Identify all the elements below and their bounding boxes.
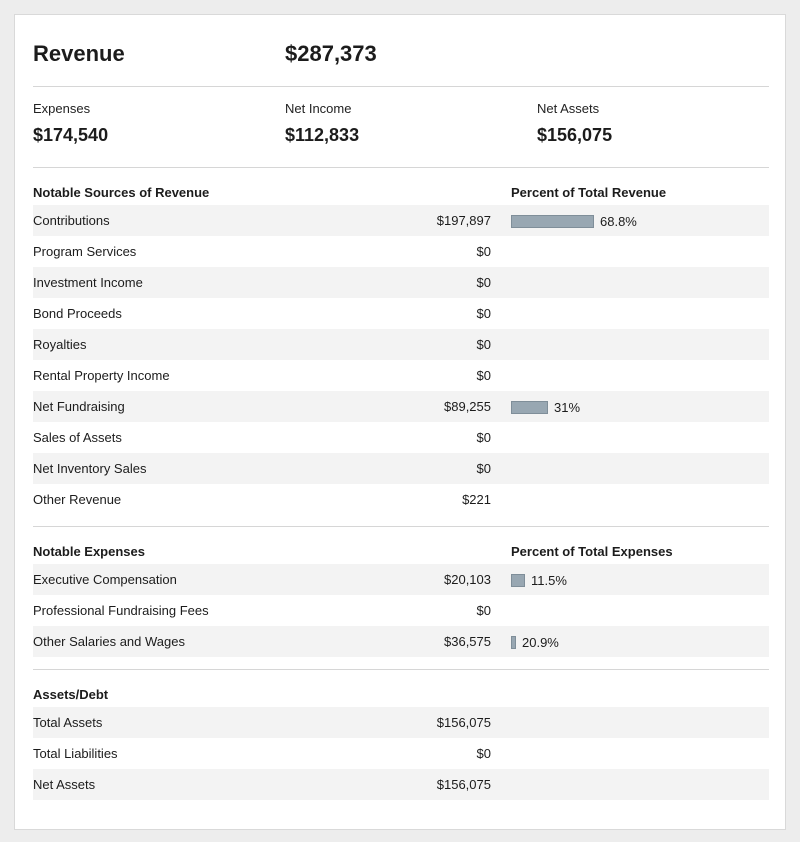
- table-row: Rental Property Income $0: [33, 360, 769, 391]
- expenses-label: Expenses: [33, 101, 91, 116]
- expenses-percent-title: Percent of Total Expenses: [511, 544, 673, 559]
- row-amount: $197,897: [436, 213, 491, 228]
- percent-label: 20.9%: [522, 634, 559, 650]
- row-amount: $0: [476, 275, 491, 290]
- table-row: Other Revenue $221: [33, 484, 769, 515]
- net-income-stat: Net Income $112,833: [285, 101, 359, 146]
- row-amount: $0: [476, 368, 491, 383]
- row-amount: $156,075: [436, 777, 491, 792]
- table-row: Royalties $0: [33, 329, 769, 360]
- row-amount: $20,103: [444, 572, 491, 587]
- percent-indicator: 68.8%: [511, 213, 637, 229]
- table-row: Net Fundraising $89,255 31%: [33, 391, 769, 422]
- revenue-sources-header: Notable Sources of Revenue Percent of To…: [33, 177, 769, 205]
- table-row: Program Services $0: [33, 236, 769, 267]
- row-amount: $156,075: [436, 715, 491, 730]
- assets-title: Assets/Debt: [33, 687, 109, 702]
- summary-stats: Expenses $174,540 Net Income $112,833 Ne…: [33, 101, 769, 151]
- table-row: Executive Compensation $20,103 11.5%: [33, 564, 769, 595]
- row-label: Other Revenue: [33, 492, 122, 507]
- net-assets-stat: Net Assets $156,075: [537, 101, 612, 146]
- row-label: Rental Property Income: [33, 368, 170, 383]
- row-label: Net Assets: [33, 777, 96, 792]
- percent-bar: [511, 214, 594, 228]
- revenue-sources-title: Notable Sources of Revenue: [33, 185, 210, 200]
- percent-label: 31%: [554, 399, 581, 415]
- row-label: Bond Proceeds: [33, 306, 122, 321]
- row-amount: $0: [476, 430, 491, 445]
- row-amount: $36,575: [444, 634, 491, 649]
- expenses-value: $174,540: [33, 125, 109, 145]
- row-label: Other Salaries and Wages: [33, 634, 185, 649]
- table-row: Net Inventory Sales $0: [33, 453, 769, 484]
- percent-indicator: 20.9%: [511, 634, 559, 650]
- assets-rows: Total Assets $156,075 Total Liabilities $0 N…: [33, 707, 769, 800]
- table-row: Other Salaries and Wages $36,575 20.9%: [33, 626, 769, 657]
- revenue-label: Revenue: [33, 41, 125, 66]
- net-assets-value: $156,075: [537, 125, 613, 145]
- row-label: Professional Fundraising Fees: [33, 603, 209, 618]
- percent-bar: [511, 400, 548, 414]
- net-income-label: Net Income: [285, 101, 352, 116]
- divider: [33, 526, 769, 527]
- row-amount: $0: [476, 461, 491, 476]
- row-amount: $0: [476, 244, 491, 259]
- row-amount: $89,255: [444, 399, 491, 414]
- table-row: Net Assets $156,075: [33, 769, 769, 800]
- row-label: Total Assets: [33, 715, 103, 730]
- row-label: Net Inventory Sales: [33, 461, 147, 476]
- row-label: Net Fundraising: [33, 399, 125, 414]
- table-row: Total Assets $156,075: [33, 707, 769, 738]
- row-label: Total Liabilities: [33, 746, 118, 761]
- percent-indicator: 31%: [511, 399, 581, 415]
- table-row: Professional Fundraising Fees $0: [33, 595, 769, 626]
- divider: [33, 86, 769, 87]
- expenses-rows: Executive Compensation $20,103 11.5% Profes…: [33, 564, 769, 657]
- expenses-stat: Expenses $174,540: [33, 101, 108, 146]
- percent-label: 11.5%: [531, 572, 567, 588]
- table-row: Total Liabilities $0: [33, 738, 769, 769]
- revenue-percent-title: Percent of Total Revenue: [511, 185, 667, 200]
- divider: [33, 669, 769, 670]
- row-amount: $0: [476, 337, 491, 352]
- row-amount: $0: [476, 746, 491, 761]
- expenses-title: Notable Expenses: [33, 544, 145, 559]
- table-row: Bond Proceeds $0: [33, 298, 769, 329]
- table-row: Investment Income $0: [33, 267, 769, 298]
- financial-summary-card: Revenue $287,373 Expenses $174,540 Net I…: [14, 14, 786, 830]
- row-amount: $0: [476, 306, 491, 321]
- row-label: Executive Compensation: [33, 572, 177, 587]
- table-row: Contributions $197,897 68.8%: [33, 205, 769, 236]
- row-label: Contributions: [33, 213, 110, 228]
- net-assets-label: Net Assets: [537, 101, 600, 116]
- row-label: Royalties: [33, 337, 87, 352]
- row-label: Sales of Assets: [33, 430, 122, 445]
- assets-section: Assets/Debt Total Assets $156,075 Total Li…: [33, 679, 769, 800]
- revenue-header: Revenue $287,373: [33, 41, 769, 69]
- expenses-header: Notable Expenses Percent of Total Expens…: [33, 536, 769, 564]
- assets-header: Assets/Debt: [33, 679, 769, 707]
- row-amount: $0: [476, 603, 491, 618]
- row-amount: $221: [462, 492, 491, 507]
- revenue-sources-rows: Contributions $197,897 68.8% Program Servic…: [33, 205, 769, 515]
- net-income-value: $112,833: [285, 125, 360, 145]
- percent-bar: [511, 635, 516, 649]
- row-label: Program Services: [33, 244, 137, 259]
- percent-bar: [511, 573, 525, 587]
- revenue-sources-section: Notable Sources of Revenue Percent of To…: [33, 177, 769, 515]
- divider: [33, 167, 769, 168]
- revenue-value: $287,373: [285, 41, 377, 66]
- percent-label: 68.8%: [600, 213, 637, 229]
- expenses-section: Notable Expenses Percent of Total Expens…: [33, 536, 769, 657]
- row-label: Investment Income: [33, 275, 143, 290]
- table-row: Sales of Assets $0: [33, 422, 769, 453]
- percent-indicator: 11.5%: [511, 572, 567, 588]
